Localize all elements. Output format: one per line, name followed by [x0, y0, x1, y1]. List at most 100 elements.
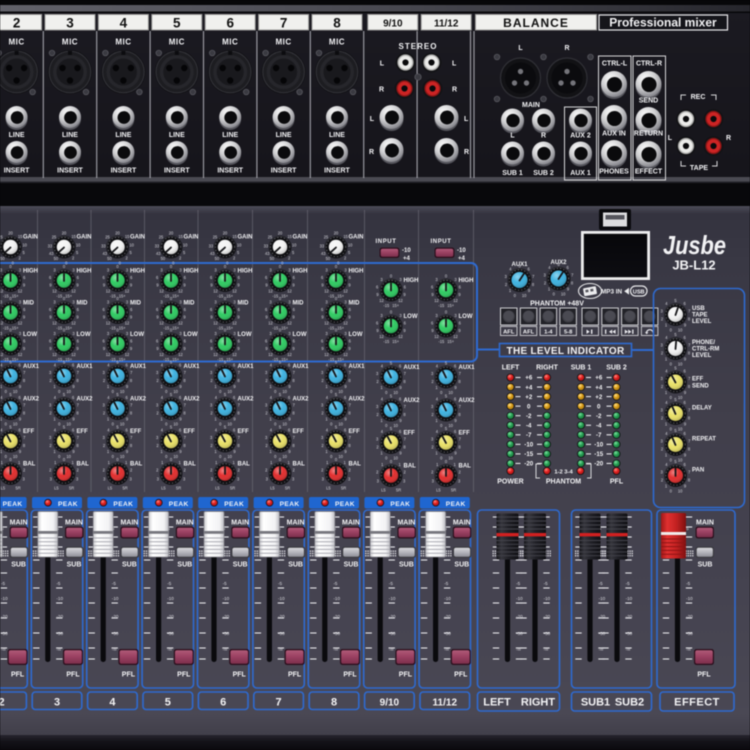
svg-text:PEAK: PEAK [224, 501, 244, 508]
svg-text:+2: +2 [525, 394, 533, 401]
svg-text:-10: -10 [516, 596, 523, 601]
svg-text:GAIN: GAIN [349, 235, 364, 241]
svg-text:LOW: LOW [349, 332, 363, 338]
svg-text:LEFT: LEFT [502, 365, 520, 372]
svg-text:15+: 15+ [337, 357, 345, 362]
svg-text:9/10: 9/10 [380, 698, 400, 709]
svg-text:LOW: LOW [23, 332, 37, 338]
svg-text:MIC: MIC [329, 38, 345, 47]
svg-text:RETURN: RETURN [634, 131, 663, 138]
svg-text:HIGH: HIGH [23, 269, 38, 275]
svg-text:AUX1: AUX1 [77, 364, 94, 370]
svg-text:5R: 5R [230, 485, 235, 490]
svg-text:PFL: PFL [610, 479, 624, 486]
svg-text:-15: -15 [383, 303, 390, 308]
svg-text:L5: L5 [270, 485, 275, 490]
svg-text:MAIN: MAIN [231, 520, 249, 527]
svg-text:PFL: PFL [11, 672, 25, 679]
svg-text:8: 8 [333, 16, 341, 31]
svg-text:+6: +6 [595, 375, 603, 382]
svg-text:LINE: LINE [9, 132, 25, 139]
svg-text:EFF: EFF [23, 429, 35, 435]
svg-text:GAIN: GAIN [130, 235, 145, 241]
svg-text:15+: 15+ [12, 357, 20, 362]
svg-text:+4: +4 [403, 256, 411, 262]
svg-text:25: 25 [52, 235, 57, 240]
svg-text:USB: USB [633, 289, 645, 295]
svg-text:SUB: SUB [344, 562, 359, 569]
svg-text:INSERT: INSERT [111, 168, 137, 175]
svg-text:-4: -4 [526, 422, 532, 429]
svg-text:+6: +6 [525, 375, 533, 382]
svg-text:15+: 15+ [281, 294, 289, 299]
svg-text:Jusbe: Jusbe [663, 230, 726, 260]
svg-text:-20: -20 [333, 614, 340, 619]
svg-text:-10: -10 [333, 596, 340, 601]
svg-text:10: 10 [120, 422, 125, 427]
svg-text:33: 33 [101, 243, 106, 248]
svg-text:AUX2: AUX2 [130, 397, 147, 403]
svg-text:MAIN: MAIN [65, 520, 83, 527]
svg-text:10: 10 [338, 422, 343, 427]
svg-text:10: 10 [173, 422, 178, 427]
svg-text:-∞: -∞ [444, 647, 449, 652]
svg-text:10: 10 [282, 454, 287, 459]
svg-text:20: 20 [62, 230, 67, 235]
svg-text:SUB 1: SUB 1 [571, 365, 592, 372]
svg-text:LOW: LOW [404, 314, 418, 320]
svg-text:-10: -10 [599, 596, 606, 601]
svg-text:BAL: BAL [238, 462, 251, 468]
svg-text:EFF: EFF [404, 431, 416, 437]
svg-text:HIGH: HIGH [77, 269, 92, 275]
svg-text:HIGH: HIGH [349, 269, 364, 275]
svg-text:25: 25 [213, 235, 218, 240]
svg-text:5R: 5R [15, 485, 20, 490]
svg-text:SEND: SEND [639, 98, 658, 105]
svg-text:AUX2: AUX2 [459, 398, 476, 404]
svg-text:-10: -10 [223, 596, 230, 601]
svg-text:15+: 15+ [337, 294, 345, 299]
svg-text:-5: -5 [1, 581, 6, 586]
svg-text:PEAK: PEAK [446, 501, 466, 508]
svg-text:15+: 15+ [281, 357, 289, 362]
svg-text:8: 8 [331, 697, 337, 709]
svg-text:4: 4 [109, 697, 116, 709]
svg-text:INSERT: INSERT [4, 168, 30, 175]
svg-text:-30: -30 [1, 631, 8, 636]
svg-text:L5: L5 [215, 485, 220, 490]
svg-text:-20: -20 [389, 614, 396, 619]
svg-text:5R: 5R [176, 485, 181, 490]
svg-text:-15: -15 [524, 451, 534, 458]
svg-text:10: 10 [678, 362, 683, 367]
svg-text:PEAK: PEAK [335, 501, 355, 508]
svg-text:R: R [564, 45, 569, 52]
svg-text:5R: 5R [451, 487, 456, 492]
svg-text:MID: MID [77, 301, 89, 307]
svg-text:-20: -20 [524, 461, 534, 468]
svg-text:-5: -5 [223, 581, 228, 586]
svg-text:PFL: PFL [697, 672, 711, 679]
svg-text:GAIN: GAIN [184, 235, 199, 241]
svg-text:PHANTOM: PHANTOM [546, 479, 581, 486]
svg-text:PFL: PFL [399, 672, 413, 679]
svg-text:L: L [464, 116, 469, 123]
svg-text:AFL: AFL [523, 330, 535, 336]
svg-text:50: 50 [326, 256, 331, 261]
svg-text:BAL: BAL [77, 462, 90, 468]
svg-text:PFL: PFL [177, 672, 191, 679]
svg-text:-30: -30 [333, 631, 340, 636]
svg-text:-20: -20 [278, 614, 285, 619]
svg-text:5-8: 5-8 [564, 330, 573, 336]
svg-text:EFFECT: EFFECT [674, 697, 720, 709]
svg-text:-5: -5 [389, 581, 394, 586]
svg-text:-∞: -∞ [56, 647, 61, 652]
svg-text:MID: MID [184, 301, 196, 307]
svg-text:10: 10 [22, 243, 27, 248]
svg-text:33: 33 [320, 243, 325, 248]
svg-text:-2: -2 [526, 413, 532, 420]
svg-text:MID: MID [349, 301, 361, 307]
svg-text:10: 10 [66, 422, 71, 427]
svg-text:PHANTOM +48V: PHANTOM +48V [530, 301, 584, 308]
svg-text:10: 10 [348, 243, 353, 248]
svg-text:SUB: SUB [11, 562, 26, 569]
